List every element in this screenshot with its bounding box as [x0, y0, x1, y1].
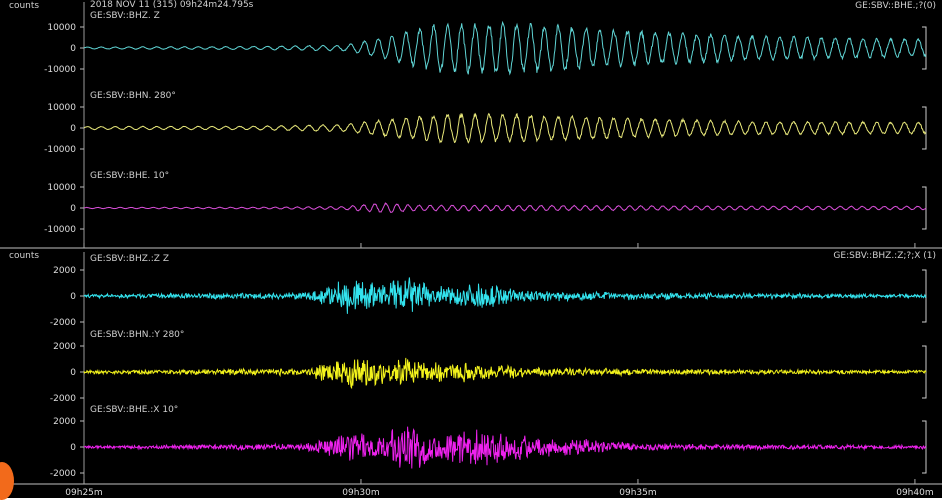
trace-top-2-waveform [83, 201, 927, 214]
ytick-label-top-1-0: 10000 [47, 103, 76, 113]
trace-bottom-1-waveform [83, 357, 927, 390]
panel-top-station-label: GE:SBV::BHE.;?(0) [855, 1, 936, 11]
trace-bottom-2-waveform [83, 426, 927, 469]
ytick-label-top-2-0: 10000 [47, 183, 76, 193]
trace-bottom-0-waveform [83, 277, 927, 314]
seismogram-display: counts 2018 NOV 11 (315) 09h24m24.795s GE:… [0, 0, 942, 498]
panel-top-timestamp: 2018 NOV 11 (315) 09h24m24.795s [90, 0, 254, 10]
trace-top-2-name: GE:SBV::BHE. 10° [90, 171, 169, 181]
panel-top-units-label: counts [9, 1, 39, 11]
trace-bottom-0-name: GE:SBV::BHZ.:Z Z [90, 254, 169, 264]
scale-bracket-top-1 [922, 106, 927, 150]
ytick-label-top-1-2: -10000 [44, 145, 76, 155]
ytick-label-bottom-0-1: 0 [70, 292, 76, 302]
xtick-label-2: 09h35m [619, 488, 656, 498]
scale-bracket-top-0 [922, 26, 927, 70]
trace-top-1-waveform [83, 112, 927, 144]
ytick-label-bottom-2-2: -2000 [50, 469, 76, 479]
xtick-label-3: 09h40m [896, 488, 933, 498]
panel-bottom-station-label: GE:SBV::BHZ.:Z;?;X (1) [833, 251, 936, 261]
ytick-label-bottom-2-0: 2000 [53, 417, 76, 427]
ytick-label-bottom-0-0: 2000 [53, 266, 76, 276]
trace-top-1-name: GE:SBV::BHN. 280° [90, 91, 176, 101]
trace-bottom-2-name: GE:SBV::BHE.:X 10° [90, 405, 178, 415]
trace-top-0-name: GE:SBV::BHZ. Z [90, 11, 160, 21]
xtick-label-0: 09h25m [65, 488, 102, 498]
ytick-label-top-0-2: -10000 [44, 65, 76, 75]
ytick-label-top-0-0: 10000 [47, 23, 76, 33]
seismogram-plot: counts 2018 NOV 11 (315) 09h24m24.795s GE:… [0, 0, 942, 498]
ytick-label-bottom-2-1: 0 [70, 443, 76, 453]
ytick-label-bottom-0-2: -2000 [50, 318, 76, 328]
ytick-label-bottom-1-1: 0 [70, 368, 76, 378]
trace-bottom-1-name: GE:SBV::BHN.:Y 280° [90, 330, 184, 340]
ytick-label-top-0-1: 0 [70, 44, 76, 54]
panel-bottom-units-label: counts [9, 251, 39, 261]
xtick-label-1: 09h30m [342, 488, 379, 498]
ytick-label-top-2-2: -10000 [44, 225, 76, 235]
ytick-label-top-1-1: 0 [70, 124, 76, 134]
ytick-label-bottom-1-0: 2000 [53, 342, 76, 352]
ytick-label-bottom-1-2: -2000 [50, 394, 76, 404]
trace-top-0-waveform [83, 20, 927, 76]
ytick-label-top-2-1: 0 [70, 204, 76, 214]
